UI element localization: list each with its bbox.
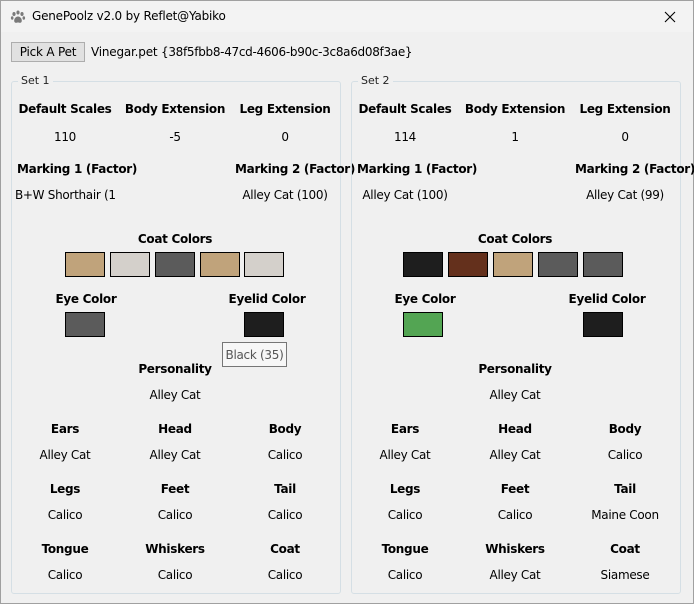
personality-label: Personality — [138, 362, 212, 376]
tail-label: Tail — [274, 482, 296, 496]
marking1-value: B+W Shorthair (100) — [15, 188, 115, 202]
leg-extension-label: Leg Extension — [239, 102, 331, 116]
set-label: Set 1 — [18, 74, 53, 87]
marking1-value: Alley Cat (100) — [362, 188, 448, 202]
body-value: Calico — [607, 448, 643, 462]
whiskers-label: Whiskers — [485, 542, 545, 556]
coat-label: Coat — [270, 542, 300, 556]
marking2-label: Marking 2 (Factor) — [235, 162, 356, 176]
coat-color-swatch[interactable] — [244, 252, 284, 277]
coat-color-swatch[interactable] — [155, 252, 195, 277]
coat-color-swatch[interactable] — [65, 252, 105, 277]
set-1-group: Set 1 Default Scales Body Extension Leg … — [11, 74, 355, 594]
ears-value: Alley Cat — [39, 448, 91, 462]
coat-value: Calico — [267, 568, 303, 582]
eye-color-label: Eye Color — [394, 292, 456, 306]
coat-color-swatch[interactable] — [583, 252, 623, 277]
legs-value: Calico — [387, 508, 423, 522]
eyelid-color-label: Eyelid Color — [228, 292, 306, 306]
head-value: Alley Cat — [489, 448, 541, 462]
coat-colors-label: Coat Colors — [137, 232, 213, 246]
eye-color-swatch[interactable] — [65, 312, 105, 337]
coat-color-swatch[interactable] — [538, 252, 578, 277]
coat-color-swatch[interactable] — [493, 252, 533, 277]
body-label: Body — [268, 422, 302, 436]
tail-value: Calico — [267, 508, 303, 522]
eyelid-color-label: Eyelid Color — [568, 292, 646, 306]
personality-label: Personality — [478, 362, 552, 376]
tongue-value: Calico — [387, 568, 423, 582]
eye-color-swatch[interactable] — [403, 312, 443, 337]
set-label: Set 2 — [358, 74, 393, 87]
marking1-label: Marking 1 (Factor) — [357, 162, 478, 176]
personality-value: Alley Cat — [149, 388, 201, 402]
pet-filename: Vinegar.pet — [91, 45, 158, 59]
eye-color-label: Eye Color — [55, 292, 117, 306]
coat-color-swatch[interactable] — [110, 252, 150, 277]
default-scales-label: Default Scales — [358, 102, 452, 116]
toolbar: Pick A Pet Vinegar.pet {38f5fbb8-47cd-46… — [1, 32, 693, 72]
head-label: Head — [498, 422, 532, 436]
leg-extension-value: 0 — [281, 130, 289, 144]
marking2-value: Alley Cat (100) — [242, 188, 328, 202]
tongue-label: Tongue — [41, 542, 89, 556]
marking2-value: Alley Cat (99) — [586, 188, 664, 202]
whiskers-value: Calico — [157, 568, 193, 582]
pick-a-pet-button[interactable]: Pick A Pet — [11, 42, 85, 62]
body-value: Calico — [267, 448, 303, 462]
whiskers-label: Whiskers — [145, 542, 205, 556]
coat-color-swatch[interactable] — [448, 252, 488, 277]
default-scales-value: 114 — [393, 130, 417, 144]
coat-color-swatch[interactable] — [403, 252, 443, 277]
color-tooltip: Black (35) — [222, 342, 287, 367]
eyelid-color-swatch[interactable] — [583, 312, 623, 337]
set-2-group: Set 2 Default Scales Body Extension Leg … — [351, 74, 694, 594]
default-scales-value: 110 — [53, 130, 77, 144]
feet-label: Feet — [160, 482, 190, 496]
feet-value: Calico — [497, 508, 533, 522]
tongue-label: Tongue — [381, 542, 429, 556]
body-extension-label: Body Extension — [464, 102, 566, 116]
ears-label: Ears — [50, 422, 80, 436]
legs-label: Legs — [389, 482, 421, 496]
coat-colors-label: Coat Colors — [477, 232, 553, 246]
head-value: Alley Cat — [149, 448, 201, 462]
marking2-label: Marking 2 (Factor) — [575, 162, 694, 176]
body-extension-label: Body Extension — [124, 102, 226, 116]
body-label: Body — [608, 422, 642, 436]
legs-label: Legs — [49, 482, 81, 496]
paw-icon — [10, 9, 26, 25]
whiskers-value: Alley Cat — [489, 568, 541, 582]
title-bar[interactable]: GenePoolz v2.0 by Reflet@Yabiko — [1, 1, 693, 32]
body-extension-value: -5 — [169, 130, 181, 144]
feet-value: Calico — [157, 508, 193, 522]
coat-color-swatch[interactable] — [200, 252, 240, 277]
leg-extension-label: Leg Extension — [579, 102, 671, 116]
legs-value: Calico — [47, 508, 83, 522]
personality-value: Alley Cat — [489, 388, 541, 402]
window-title: GenePoolz v2.0 by Reflet@Yabiko — [32, 9, 226, 23]
default-scales-label: Default Scales — [18, 102, 112, 116]
marking1-label: Marking 1 (Factor) — [17, 162, 138, 176]
tongue-value: Calico — [47, 568, 83, 582]
feet-label: Feet — [500, 482, 530, 496]
leg-extension-value: 0 — [621, 130, 629, 144]
tail-label: Tail — [614, 482, 636, 496]
eyelid-color-swatch[interactable] — [244, 312, 284, 337]
close-icon — [664, 11, 676, 22]
close-button[interactable] — [647, 1, 693, 32]
body-extension-value: 1 — [511, 130, 519, 144]
coat-label: Coat — [610, 542, 640, 556]
tail-value: Maine Coon — [591, 508, 659, 522]
ears-value: Alley Cat — [379, 448, 431, 462]
head-label: Head — [158, 422, 192, 436]
pet-guid: {38f5fbb8-47cd-4606-b90c-3c8a6d08f3ae} — [161, 45, 413, 59]
ears-label: Ears — [390, 422, 420, 436]
coat-value: Siamese — [600, 568, 650, 582]
